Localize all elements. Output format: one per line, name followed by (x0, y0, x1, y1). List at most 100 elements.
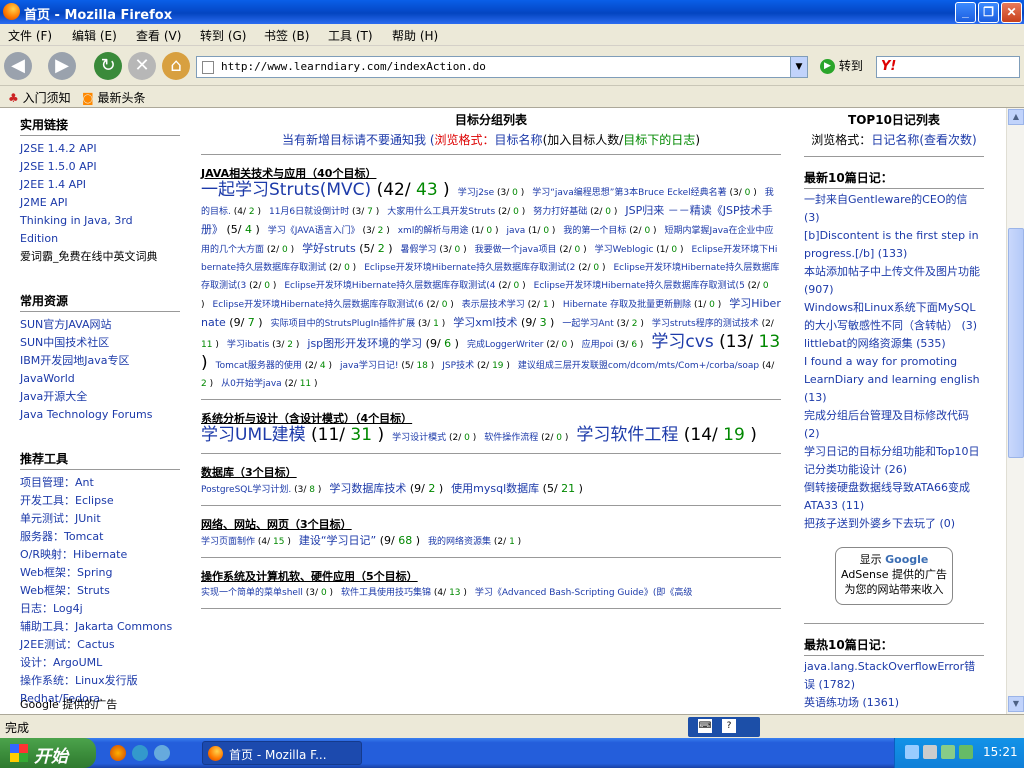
security-icon[interactable] (941, 745, 955, 759)
goal-log-count[interactable]: 0 (514, 281, 520, 291)
left-link[interactable]: 项目管理：Ant (20, 474, 180, 492)
goal-link[interactable]: Eclipse开发环境Hibernate持久层数据库存取测试(5 (534, 281, 745, 291)
diary-link[interactable]: I found a way for promoting LearnDiary a… (804, 355, 980, 386)
goal-link[interactable]: 从0开始学java (221, 379, 282, 389)
goal-log-count[interactable]: 0 (644, 226, 650, 236)
goal-link[interactable]: 学习cvs (651, 332, 713, 352)
goal-log-count[interactable]: 13 (759, 332, 781, 352)
left-link[interactable]: Java开源大全 (20, 388, 180, 406)
goal-log-count[interactable]: 1 (543, 300, 549, 310)
goal-link[interactable]: 大家用什么工具开发Struts (387, 207, 495, 217)
diary-link[interactable]: 本站添加帖子中上传文件及图片功能 (804, 265, 980, 278)
goal-log-count[interactable]: 8 (309, 485, 315, 495)
goal-link[interactable]: 实现一个简单的菜单shell (201, 588, 303, 598)
goal-link[interactable]: java学习日记! (340, 361, 398, 371)
goal-link[interactable]: 软件工具使用技巧集锦 (341, 588, 431, 598)
goal-link[interactable]: 我的网络资源集 (428, 537, 491, 547)
goal-log-count[interactable]: 2 (632, 319, 638, 329)
left-link[interactable]: IBM开发园地Java专区 (20, 352, 180, 370)
goal-link[interactable]: 软件操作流程 (484, 433, 538, 443)
close-button[interactable]: ✕ (1001, 2, 1022, 23)
left-link[interactable]: Java Technology Forums (20, 406, 180, 424)
goal-log-count[interactable]: 0 (543, 226, 549, 236)
menu-view[interactable]: 查看 (V) (136, 27, 181, 44)
goal-log-count[interactable]: 0 (513, 207, 519, 217)
goal-log-count[interactable]: 0 (671, 245, 677, 255)
google-ad-link[interactable]: Google 提供的广告 (20, 696, 117, 712)
left-link[interactable]: 设计：ArgoUML (20, 654, 180, 672)
left-link[interactable]: SUN官方JAVA网站 (20, 316, 180, 334)
go-button[interactable]: ▶ 转到 (820, 57, 863, 74)
goal-log-count[interactable]: 7 (367, 207, 373, 217)
goal-link[interactable]: Tomcat服务器的使用 (216, 361, 302, 371)
diary-link[interactable]: 一封来自Gentleware的CEO的信 (804, 193, 967, 206)
goal-log-count[interactable]: 31 (350, 425, 372, 445)
minimize-button[interactable]: _ (955, 2, 976, 23)
goal-log-count[interactable]: 0 (282, 245, 288, 255)
goal-link[interactable]: 建设“学习日记” (299, 534, 376, 547)
goal-link[interactable]: Hibernate 存取及批量更新删除 (563, 300, 691, 310)
goal-log-count[interactable]: 6 (444, 337, 451, 350)
start-button[interactable]: 开始 (0, 738, 96, 768)
goal-log-count[interactable]: 11 (300, 379, 311, 389)
goal-log-count[interactable]: 21 (561, 482, 575, 495)
left-link[interactable]: 单元测试：JUnit (20, 510, 180, 528)
maximize-button[interactable]: ❐ (978, 2, 999, 23)
left-link[interactable]: J2SE 1.4.2 API (20, 140, 180, 158)
scroll-thumb[interactable] (1008, 228, 1024, 458)
goal-link[interactable]: Eclipse开发环境Hibernate持久层数据库存取测试(4 (284, 281, 495, 291)
goal-log-count[interactable]: 1 (509, 537, 515, 547)
goal-link[interactable]: 暑假学习 (401, 245, 437, 255)
goal-link[interactable]: 努力打好基础 (533, 207, 587, 217)
goal-log-count[interactable]: 0 (605, 207, 611, 217)
goal-log-count[interactable]: 2 (428, 482, 435, 495)
left-link[interactable]: 日志：Log4j (20, 600, 180, 618)
menu-bookmarks[interactable]: 书签 (B) (264, 27, 309, 44)
goal-log-count[interactable]: 15 (273, 537, 284, 547)
diary-link[interactable]: 倒转接硬盘数据线导致ATA66变成ATA33 (804, 481, 970, 512)
diary-link[interactable]: 完成分组后台管理及目标修改代码 (804, 409, 969, 422)
forward-arrow-icon[interactable]: ▶ (48, 52, 76, 80)
left-link[interactable]: J2EE 1.4 API (20, 176, 180, 194)
goal-link[interactable]: 一起学习Ant (562, 319, 613, 329)
goal-link[interactable]: Eclipse开发环境Hibernate持久层数据库存取测试(2 (364, 263, 575, 273)
menu-tools[interactable]: 工具 (T) (328, 27, 373, 44)
goal-log-count[interactable]: 2 (378, 242, 385, 255)
desktop-quicklaunch-icon[interactable] (154, 745, 170, 761)
goal-link[interactable]: 学习ibatis (227, 340, 269, 350)
goal-log-count[interactable]: 68 (398, 534, 412, 547)
keyboard-icon[interactable]: ⌨ (698, 719, 712, 733)
goal-link[interactable]: 实际项目中的StrutsPlugIn插件扩展 (271, 319, 416, 329)
goal-log-count[interactable]: 4 (245, 223, 252, 236)
goal-link[interactable]: 一起学习Struts(MVC) (201, 180, 371, 200)
adsense-box[interactable]: 显示 Google AdSense 提供的广告 为您的网站带来收入 (835, 547, 953, 605)
taskbar-firefox-item[interactable]: 首页 - Mozilla F... (202, 741, 362, 765)
goal-log-count[interactable]: 6 (631, 340, 637, 350)
menu-edit[interactable]: 编辑 (E) (72, 27, 117, 44)
goal-log-count[interactable]: 2 (249, 207, 255, 217)
left-link[interactable]: SUN中国技术社区 (20, 334, 180, 352)
goal-link[interactable]: 应用poi (582, 340, 614, 350)
tray-app-icon[interactable] (959, 745, 973, 759)
goal-log-count[interactable]: 0 (561, 340, 567, 350)
goal-log-count[interactable]: 2 (378, 226, 384, 236)
goal-link[interactable]: 学习数据库技术 (329, 482, 406, 495)
goal-link[interactable]: 学习《Advanced Bash-Scripting Guide》(即《高级 (475, 588, 692, 598)
goal-link[interactable]: jsp图形开发环境的学习 (307, 337, 422, 350)
goal-log-count[interactable]: 3 (540, 316, 547, 329)
no-notify-link[interactable]: 当有新增目标请不要通知我 (282, 133, 426, 147)
goal-link[interactable]: Eclipse开发环境Hibernate持久层数据库存取测试(6 (213, 300, 424, 310)
goal-log-count[interactable]: 0 (264, 281, 270, 291)
goal-link[interactable]: 学习j2se (458, 188, 494, 198)
left-link[interactable]: Web框架：Spring (20, 564, 180, 582)
ie-quicklaunch-icon[interactable] (132, 745, 148, 761)
goal-link[interactable]: 学习struts程序的测试技术 (652, 319, 759, 329)
goal-log-count[interactable]: 0 (763, 281, 769, 291)
left-link[interactable]: JavaWorld (20, 370, 180, 388)
menu-help[interactable]: 帮助 (H) (392, 27, 438, 44)
window-titlebar[interactable]: 首页 - Mozilla Firefox _ ❐ ✕ (0, 0, 1024, 24)
reload-icon[interactable]: ↻ (94, 52, 122, 80)
goal-log-count[interactable]: 0 (709, 300, 715, 310)
goal-log-count[interactable]: 43 (416, 180, 438, 200)
diary-link[interactable]: Windows和Linux系统下面MySQL的大小写敏感性不同（含转帖） (804, 301, 976, 332)
